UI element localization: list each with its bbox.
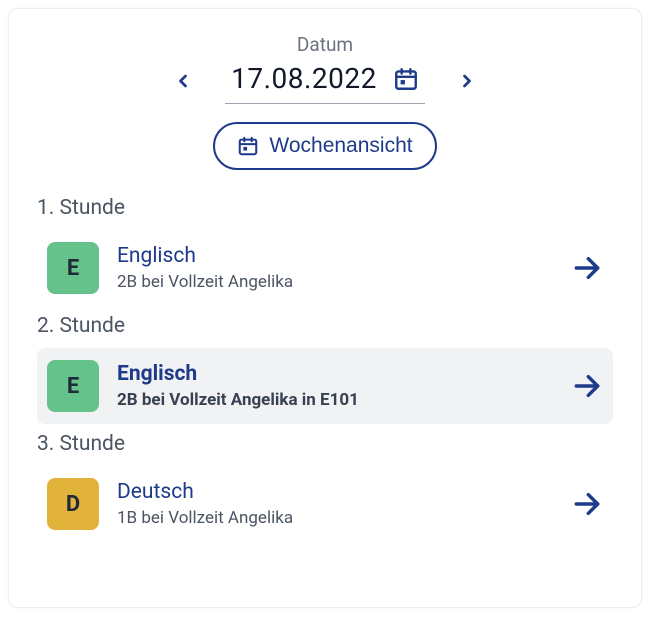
lesson-title: Englisch — [117, 244, 553, 269]
lesson-subtitle: 1B bei Vollzeit Angelika — [117, 508, 553, 528]
subject-badge: E — [47, 360, 99, 412]
subject-badge: D — [47, 478, 99, 530]
chevron-left-icon — [173, 67, 193, 95]
lesson-subtitle: 2B bei Vollzeit Angelika — [117, 272, 553, 292]
date-header: Datum 17.08.2022 — [37, 33, 613, 104]
next-day-button[interactable] — [457, 67, 477, 95]
arrow-right-icon — [571, 370, 603, 402]
calendar-icon — [237, 135, 259, 157]
subject-badge: E — [47, 242, 99, 294]
periods-list: 1. Stunde E Englisch 2B bei Vollzeit Angeli… — [37, 196, 613, 542]
week-view-button[interactable]: Wochenansicht — [213, 122, 436, 170]
calendar-icon — [393, 66, 419, 92]
lesson-row[interactable]: E Englisch 2B bei Vollzeit Angelika — [37, 230, 613, 306]
lesson-row[interactable]: D Deutsch 1B bei Vollzeit Angelika — [37, 466, 613, 542]
lesson-title: Englisch — [117, 362, 553, 387]
schedule-card: Datum 17.08.2022 Wochenansicht 1. Stunde… — [8, 8, 642, 608]
date-picker[interactable]: 17.08.2022 — [225, 58, 425, 104]
lesson-title: Deutsch — [117, 480, 553, 505]
date-nav-row: 17.08.2022 — [37, 58, 613, 104]
date-value: 17.08.2022 — [231, 62, 377, 95]
lesson-subtitle: 2B bei Vollzeit Angelika in E101 — [117, 390, 553, 410]
chevron-right-icon — [457, 67, 477, 95]
lesson-body: Englisch 2B bei Vollzeit Angelika in E101 — [117, 362, 553, 409]
period-label: 2. Stunde — [37, 314, 613, 338]
lesson-body: Englisch 2B bei Vollzeit Angelika — [117, 244, 553, 291]
week-view-label: Wochenansicht — [269, 134, 412, 158]
date-label: Datum — [37, 33, 613, 56]
prev-day-button[interactable] — [173, 67, 193, 95]
lesson-body: Deutsch 1B bei Vollzeit Angelika — [117, 480, 553, 527]
lesson-row[interactable]: E Englisch 2B bei Vollzeit Angelika in E10… — [37, 348, 613, 424]
period-label: 3. Stunde — [37, 432, 613, 456]
arrow-right-icon — [571, 252, 603, 284]
period-label: 1. Stunde — [37, 196, 613, 220]
arrow-right-icon — [571, 488, 603, 520]
week-view-row: Wochenansicht — [37, 122, 613, 170]
